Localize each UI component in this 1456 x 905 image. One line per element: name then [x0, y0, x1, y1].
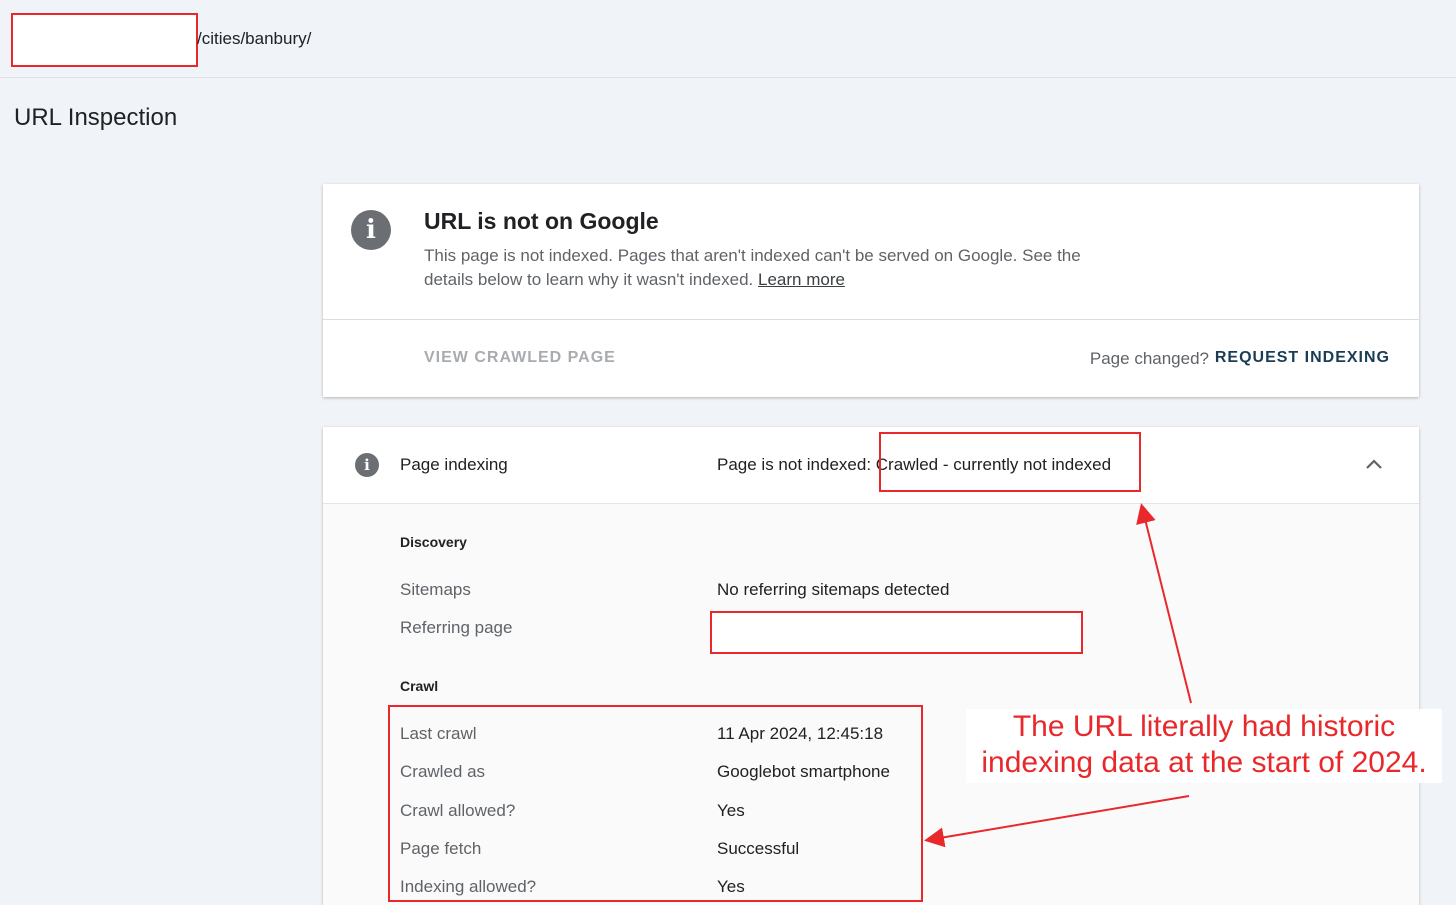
sitemaps-label: Sitemaps	[400, 580, 471, 599]
status-highlight-box	[879, 432, 1141, 492]
redacted-referring-page-box	[710, 611, 1083, 654]
crawl-highlight-box	[388, 705, 923, 902]
referring-page-label: Referring page	[400, 618, 513, 637]
inspected-url[interactable]: /cities/banbury/	[197, 29, 311, 49]
annotation-callout: The URL literally had historic indexing …	[966, 709, 1442, 783]
page-indexing-header[interactable]: i Page indexing Page is not indexed: Cra…	[323, 427, 1419, 504]
view-crawled-page-button[interactable]: VIEW CRAWLED PAGE	[424, 349, 616, 367]
status-description-text: This page is not indexed. Pages that are…	[424, 246, 1081, 289]
info-icon: i	[355, 453, 379, 477]
annotation-line-2: indexing data at the start of 2024.	[981, 746, 1427, 779]
status-description: This page is not indexed. Pages that are…	[424, 244, 1124, 292]
request-indexing-button[interactable]: REQUEST INDEXING	[1215, 349, 1390, 367]
page-title: URL Inspection	[14, 104, 178, 131]
indexing-status-prefix: Page is not indexed:	[717, 455, 876, 474]
crawl-heading: Crawl	[400, 678, 439, 694]
chevron-up-icon[interactable]	[1363, 453, 1385, 475]
discovery-heading: Discovery	[400, 534, 467, 550]
sitemaps-value: No referring sitemaps detected	[717, 580, 950, 599]
status-title: URL is not on Google	[424, 208, 659, 234]
redacted-domain-box	[11, 13, 198, 67]
learn-more-link[interactable]: Learn more	[758, 270, 845, 289]
info-icon: i	[351, 210, 391, 250]
page-indexing-label: Page indexing	[400, 455, 508, 474]
annotation-line-1: The URL literally had historic	[1012, 710, 1396, 743]
card-divider	[323, 319, 1419, 320]
url-status-card: i URL is not on Google This page is not …	[323, 184, 1419, 397]
page-changed-label: Page changed?	[1089, 349, 1209, 368]
